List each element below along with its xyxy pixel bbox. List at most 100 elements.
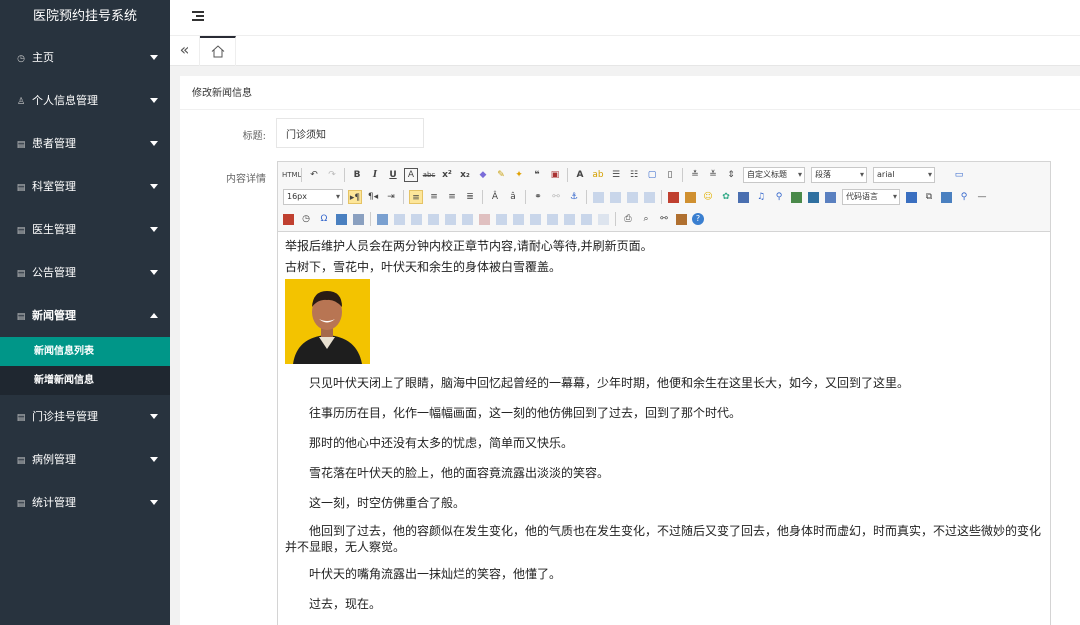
sidebar-item-outpatient[interactable]: ▤ 门诊挂号管理 [0, 395, 170, 438]
html-source-button[interactable]: HTML [282, 168, 301, 182]
to-upper-icon[interactable]: Â [488, 190, 502, 204]
ordered-list-icon[interactable]: ☰ [609, 168, 623, 182]
redo-icon[interactable]: ↷ [325, 168, 339, 182]
insert-table-icon[interactable] [377, 213, 388, 225]
emotion-icon[interactable]: ☺ [701, 190, 715, 204]
align-left-icon[interactable]: ≡ [409, 190, 423, 204]
unordered-list-icon[interactable]: ☷ [627, 168, 641, 182]
snapscreen-icon[interactable] [353, 213, 364, 225]
merge-down-icon[interactable] [530, 213, 541, 225]
direction-rtl-icon[interactable]: ¶◂ [366, 190, 380, 204]
anchor-icon[interactable]: ⚓ [567, 190, 581, 204]
insert-paragraph-before-icon[interactable] [411, 213, 422, 225]
map-icon[interactable] [791, 191, 802, 203]
sidebar-item-doctors[interactable]: ▤ 医生管理 [0, 208, 170, 251]
search-replace-icon[interactable]: ⚲ [957, 190, 971, 204]
search-icon[interactable]: ⚯ [657, 212, 671, 226]
editor-body[interactable]: 举报后维护人员会在两分钟内校正章节内容,请耐心等待,并刷新页面。 古树下，雪花中… [278, 232, 1050, 619]
scrawl-icon[interactable]: ✿ [719, 190, 733, 204]
double-chevron-left-icon[interactable]: « [170, 36, 200, 66]
select-all-icon[interactable]: ▢ [645, 168, 659, 182]
insert-video-icon[interactable] [738, 191, 749, 203]
sidebar-subitem-news-list[interactable]: 新闻信息列表 [0, 337, 170, 366]
align-center-icon[interactable]: ≡ [427, 190, 441, 204]
eraser-icon[interactable]: ◆ [476, 168, 490, 182]
font-color-icon[interactable]: A [573, 168, 587, 182]
charts-icon[interactable] [598, 213, 609, 225]
align-justify-icon[interactable]: ≣ [463, 190, 477, 204]
sidebar-item-cases[interactable]: ▤ 病例管理 [0, 438, 170, 481]
print-icon[interactable]: ⎙ [621, 212, 635, 226]
sidebar-subitem-add-news[interactable]: 新增新闻信息 [0, 366, 170, 395]
fullscreen-icon[interactable]: ▭ [952, 168, 966, 182]
paragraph-select[interactable]: 段落 [811, 167, 867, 183]
code-language-select[interactable]: 代码语言 [842, 189, 900, 205]
image-none-icon[interactable] [593, 191, 604, 203]
delete-table-icon[interactable] [394, 213, 405, 225]
wordimage-icon[interactable] [336, 213, 347, 225]
attachment-icon[interactable]: ⚲ [772, 190, 786, 204]
insert-col-icon[interactable] [462, 213, 473, 225]
date-icon[interactable] [283, 213, 294, 225]
unlink-icon[interactable]: ⚯ [549, 190, 563, 204]
background-icon[interactable] [941, 191, 952, 203]
insert-row-icon[interactable] [428, 213, 439, 225]
sidebar-item-patients[interactable]: ▤ 患者管理 [0, 122, 170, 165]
link-icon[interactable]: ⚭ [531, 190, 545, 204]
custom-heading-select[interactable]: 自定义标题 [743, 167, 805, 183]
sidebar-item-home[interactable]: ◷ 主页 [0, 36, 170, 79]
content-image[interactable] [285, 279, 370, 364]
special-chars-icon[interactable]: Ω [317, 212, 331, 226]
image-center-icon[interactable] [644, 191, 655, 203]
merge-right-icon[interactable] [513, 213, 524, 225]
row-spacing-bottom-icon[interactable]: ≚ [706, 168, 720, 182]
delete-row-icon[interactable] [445, 213, 456, 225]
direction-ltr-icon[interactable]: ▸¶ [348, 190, 362, 204]
auto-format-icon[interactable]: ✦ [512, 168, 526, 182]
page-break-icon[interactable] [906, 191, 917, 203]
line-height-icon[interactable]: ⇕ [724, 168, 738, 182]
format-painter-icon[interactable]: ✎ [494, 168, 508, 182]
image-right-icon[interactable] [627, 191, 638, 203]
clear-doc-icon[interactable]: ▯ [663, 168, 677, 182]
menu-toggle-icon[interactable] [192, 9, 206, 23]
preview-icon[interactable]: ⌕ [639, 212, 653, 226]
italic-button[interactable]: I [368, 168, 382, 182]
sidebar-item-announcements[interactable]: ▤ 公告管理 [0, 251, 170, 294]
sidebar-item-departments[interactable]: ▤ 科室管理 [0, 165, 170, 208]
insert-image-icon[interactable] [685, 191, 696, 203]
sidebar-item-news[interactable]: ▤ 新闻管理 [0, 294, 170, 337]
superscript-icon[interactable]: x² [440, 168, 454, 182]
sidebar-item-statistics[interactable]: ▤ 统计管理 [0, 481, 170, 524]
indent-icon[interactable]: ⇥ [384, 190, 398, 204]
sidebar-item-personal-info[interactable]: ♙ 个人信息管理 [0, 79, 170, 122]
horizontal-rule-icon[interactable]: — [975, 190, 989, 204]
split-cells-icon[interactable] [547, 213, 558, 225]
underline-button[interactable]: U [386, 168, 400, 182]
row-spacing-top-icon[interactable]: ≛ [688, 168, 702, 182]
help-icon[interactable]: ? [692, 213, 704, 225]
gmap-icon[interactable] [808, 191, 819, 203]
simple-upload-icon[interactable] [668, 191, 679, 203]
bold-button[interactable]: B [350, 168, 364, 182]
undo-icon[interactable]: ↶ [307, 168, 321, 182]
font-size-select[interactable]: 16px [283, 189, 343, 205]
merge-cells-icon[interactable] [496, 213, 507, 225]
subscript-icon[interactable]: x₂ [458, 168, 472, 182]
paste-text-icon[interactable]: ▣ [548, 168, 562, 182]
font-family-select[interactable]: arial [873, 167, 935, 183]
blockquote-icon[interactable]: ❝ [530, 168, 544, 182]
drafts-icon[interactable] [676, 213, 687, 225]
split-cols-icon[interactable] [581, 213, 592, 225]
to-lower-icon[interactable]: â [506, 190, 520, 204]
insert-frame-icon[interactable] [825, 191, 836, 203]
image-left-icon[interactable] [610, 191, 621, 203]
delete-col-icon[interactable] [479, 213, 490, 225]
tab-home[interactable] [200, 36, 236, 66]
font-border-icon[interactable]: A [404, 168, 418, 182]
template-icon[interactable]: ⧉ [922, 190, 936, 204]
split-rows-icon[interactable] [564, 213, 575, 225]
time-icon[interactable]: ◷ [299, 212, 313, 226]
strikethrough-icon[interactable]: abc [422, 168, 436, 182]
align-right-icon[interactable]: ≡ [445, 190, 459, 204]
